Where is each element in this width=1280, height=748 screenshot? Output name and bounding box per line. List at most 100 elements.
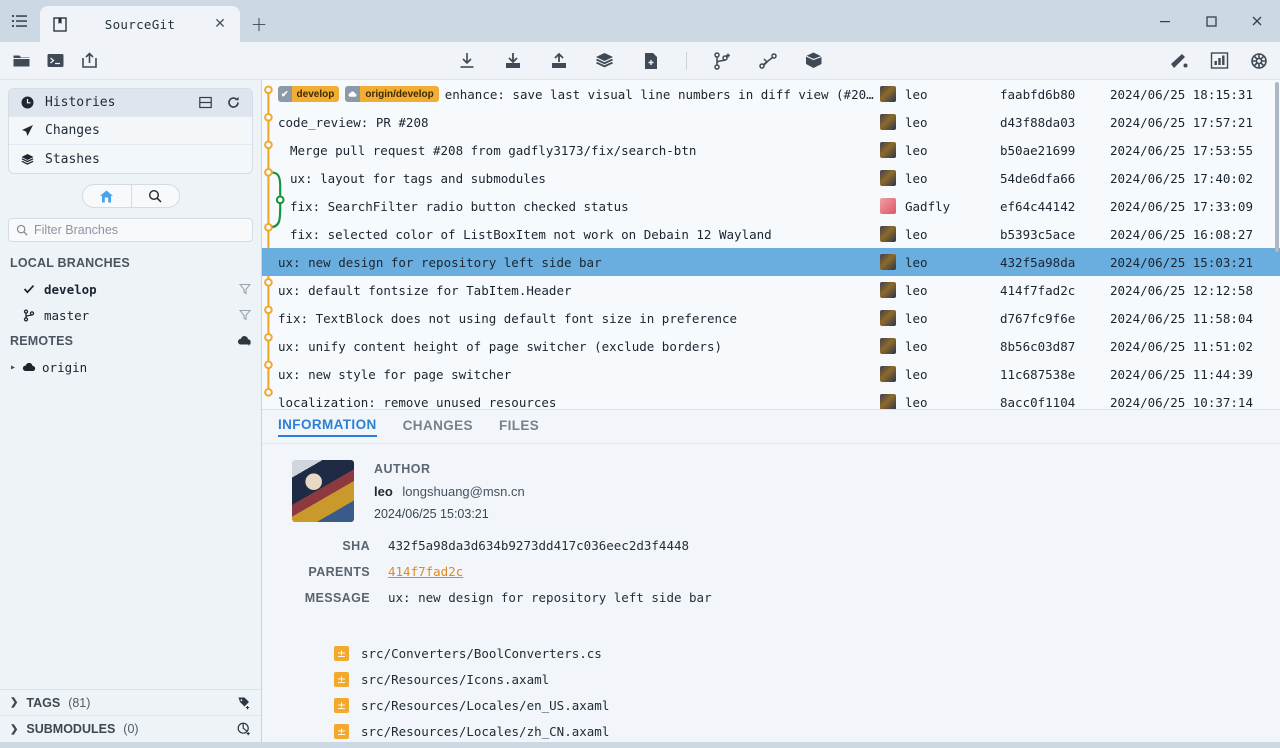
funnel-icon[interactable] [239,283,251,295]
table-row[interactable]: code_review: PR #208 leo d43f88da03 2024… [262,108,1280,136]
chevron-right-icon[interactable]: ❯ [10,724,18,735]
stash-icon[interactable] [594,50,616,72]
commit-author: leo [880,394,1000,409]
remote-item-origin[interactable]: ▸ origin [0,354,261,380]
plus-icon[interactable]: + [240,6,278,42]
parent-sha-link[interactable]: 414f7fad2c [370,564,463,579]
sidebar-item-changes[interactable]: Changes [9,117,252,145]
terminal-icon[interactable] [44,50,66,72]
add-remote-icon[interactable] [237,335,251,347]
push-icon[interactable] [548,50,570,72]
table-row[interactable]: Merge pull request #208 from gadfly3173/… [262,136,1280,164]
local-branches-header[interactable]: LOCAL BRANCHES [0,250,261,276]
commit-detail-pane: INFORMATION CHANGES FILES AUTHOR leo lon… [262,410,1280,742]
table-row[interactable]: ux: default fontsize for TabItem.Header … [262,276,1280,304]
toolbar-right-group [1168,50,1270,72]
new-branch-icon[interactable] [711,50,733,72]
sidebar-item-histories[interactable]: Histories [9,89,252,117]
commit-time: 2024/06/25 16:08:27 [1110,226,1253,242]
external-open-icon[interactable] [78,50,100,72]
hamburger-menu-icon[interactable] [0,0,40,42]
author-date: 2024/06/25 15:03:21 [374,507,489,521]
search-icon[interactable] [130,185,179,207]
minimize-icon[interactable] [1142,0,1188,42]
add-submodule-icon[interactable] [237,722,251,736]
title-bar: SourceGit ✕ + [0,0,1280,42]
group-label: LOCAL BRANCHES [10,256,130,270]
list-item[interactable]: ± src/Converters/BoolConverters.cs [262,640,1280,666]
author-label: AUTHOR [374,462,431,476]
close-icon[interactable] [1234,0,1280,42]
commit-message: ux: default fontsize for TabItem.Header [278,282,572,298]
funnel-icon[interactable] [239,309,251,321]
avatar [880,170,896,186]
statistics-icon[interactable] [1208,50,1230,72]
table-row[interactable]: ux: new style for page switcher leo 11c6… [262,360,1280,388]
chevron-right-icon[interactable]: ❯ [10,697,18,708]
status-badge: ± [334,723,349,739]
filter-branches-box[interactable] [8,218,253,242]
avatar [292,460,354,522]
commit-subject: ux: layout for tags and submodules [262,171,880,186]
author-name: leo [905,282,928,298]
main-content: ✔ develop origin/develop enhance: save l… [262,80,1280,742]
remotes-header[interactable]: REMOTES [0,328,261,354]
maximize-icon[interactable] [1188,0,1234,42]
table-row[interactable]: fix: SearchFilter radio button checked s… [262,192,1280,220]
table-row[interactable]: ux: new design for repository left side … [262,248,1280,276]
refresh-icon[interactable] [224,96,242,109]
decorator-remote-origin-develop[interactable]: origin/develop [345,86,439,102]
tab-information[interactable]: INFORMATION [278,417,377,437]
apply-patch-icon[interactable] [640,50,662,72]
submodules-count: (0) [123,722,139,736]
table-row[interactable]: ✔ develop origin/develop enhance: save l… [262,80,1280,108]
layout-icon[interactable] [196,96,214,109]
table-row[interactable]: fix: selected color of ListBoxItem not w… [262,220,1280,248]
commit-message: localization: remove unused resources [278,394,557,410]
branch-item-develop[interactable]: develop [0,276,261,302]
chevron-right-icon[interactable]: ▸ [10,362,16,373]
list-item[interactable]: ± src/Resources/Locales/zh_CN.axaml [262,718,1280,742]
commit-message: Merge pull request #208 from gadfly3173/… [290,142,697,158]
table-row[interactable]: localization: remove unused resources le… [262,388,1280,410]
commit-sha: d767fc9f6e [1000,310,1076,326]
home-icon[interactable] [83,185,131,207]
author-name: leo [905,338,928,354]
table-row[interactable]: ux: unify content height of page switche… [262,332,1280,360]
archive-icon[interactable] [803,50,825,72]
search-input[interactable] [34,223,245,237]
close-icon[interactable]: ✕ [210,16,230,32]
open-repository-icon[interactable] [10,50,32,72]
table-row[interactable]: ux: layout for tags and submodules leo 5… [262,164,1280,192]
commit-sha: d43f88da03 [1000,114,1076,130]
settings-gear-icon[interactable] [1248,50,1270,72]
cherry-pick-icon[interactable] [757,50,779,72]
decorator-local-develop[interactable]: ✔ develop [278,86,340,102]
add-tag-icon[interactable] [237,696,251,710]
fetch-icon[interactable] [456,50,478,72]
main-body: Histories Changes Stashes Filter Branche… [0,80,1280,748]
sidebar-bottom-groups: ❯ TAGS (81) ❯ SUBMODULES (0) [0,689,261,742]
bisect-icon[interactable] [1168,50,1190,72]
sidebar-item-stashes[interactable]: Stashes [9,145,252,173]
branch-item-master[interactable]: master [0,302,261,328]
avatar [880,86,896,102]
table-row[interactable]: fix: TextBlock does not using default fo… [262,304,1280,332]
list-item[interactable]: ± src/Resources/Icons.axaml [262,666,1280,692]
commit-sha: 54de6dfa66 [1000,170,1076,186]
commit-list-scrollbar[interactable] [1275,82,1279,252]
decorator-label: origin/develop [360,86,439,102]
repository-tab[interactable]: SourceGit ✕ [40,6,240,42]
status-badge: ± [334,671,349,687]
tab-files[interactable]: FILES [499,418,539,436]
tab-changes[interactable]: CHANGES [403,418,473,436]
pull-icon[interactable] [502,50,524,72]
list-item[interactable]: ± src/Resources/Locales/en_US.axaml [262,692,1280,718]
commit-author: Gadfly [880,198,1000,214]
send-icon [19,124,35,137]
commit-author: leo [880,114,1000,130]
commit-message: ux: unify content height of page switche… [278,338,723,354]
tags-group[interactable]: ❯ TAGS (81) [0,690,261,716]
clock-icon [19,96,35,109]
submodules-group[interactable]: ❯ SUBMODULES (0) [0,716,261,742]
